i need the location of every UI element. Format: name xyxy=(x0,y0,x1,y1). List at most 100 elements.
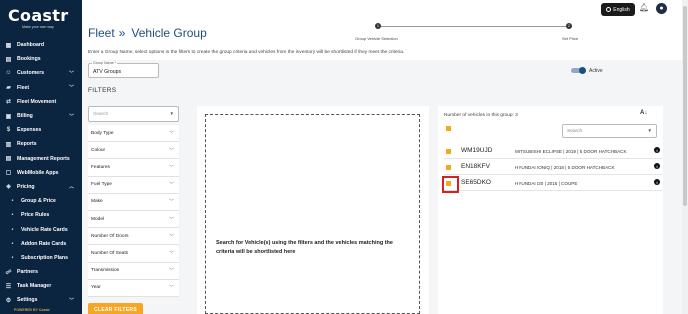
pricing-icon: ◈ xyxy=(6,184,11,191)
vehicle-reg: SE65DKO xyxy=(461,179,491,186)
active-toggle[interactable] xyxy=(571,67,586,74)
filter-year[interactable]: Year ﹀ xyxy=(88,280,179,297)
scrollbar-thumb[interactable] xyxy=(683,6,687,206)
sidebar-item-label: Dashboard xyxy=(17,42,45,49)
info-icon[interactable]: i xyxy=(654,179,660,185)
sidebar-item-reports[interactable]: ▥ Reports xyxy=(0,137,82,151)
sidebar-item-webmobile-apps[interactable]: ▢ WebMobile Apps xyxy=(0,166,82,180)
chevron-down-icon: ﹀ xyxy=(168,164,174,171)
sidebar-item-dashboard[interactable]: ▦ Dashboard xyxy=(0,38,82,52)
results-placeholder: Search for Vehicle(s) using the filters … xyxy=(205,114,420,314)
filter-colour[interactable]: Colour ﹀ xyxy=(88,142,179,160)
vehicle-reg: WM19UJD xyxy=(461,147,493,154)
filter-model[interactable]: Model ﹀ xyxy=(88,211,179,229)
filter-search-placeholder: Search xyxy=(93,112,109,117)
page-title-text: Vehicle Group xyxy=(131,26,207,40)
logo-tagline: Make your own way xyxy=(22,25,54,29)
vehicle-checkbox[interactable] xyxy=(446,149,451,154)
chevron-down-icon: ﹀ xyxy=(68,113,74,120)
group-name-field[interactable]: Group Name * ATV Groups xyxy=(88,61,159,78)
chevron-up-icon: ︿ xyxy=(68,184,74,191)
dashboard-icon: ▦ xyxy=(5,42,12,49)
sidebar-item-price-rules[interactable]: • Price Rules xyxy=(0,208,82,222)
sidebar-item-fleet[interactable]: ▰ Fleet ﹀ xyxy=(0,81,82,95)
sort-az-icon[interactable]: A↓ xyxy=(640,110,647,116)
customers-icon: ☺ xyxy=(5,70,12,77)
sidebar-item-subscription-plans[interactable]: • Subscription Plans xyxy=(0,251,82,265)
bookings-icon: ▤ xyxy=(5,56,12,63)
price-rules-icon: • xyxy=(11,212,14,219)
sidebar-item-partners[interactable]: ☍ Partners xyxy=(0,265,82,279)
expenses-icon: $ xyxy=(6,127,11,134)
info-icon[interactable]: i xyxy=(654,163,660,169)
vehicle-row[interactable]: SE65DKO HYUNDAI I20 | 2015 | COUPE i xyxy=(444,177,662,191)
filter-label: Year xyxy=(91,285,101,291)
filter-body-type[interactable]: Body Type ﹀ xyxy=(88,125,179,143)
group-price-icon: • xyxy=(11,198,14,205)
sidebar-item-vehicle-rate-cards[interactable]: • Vehicle Rate Cards xyxy=(0,222,82,236)
sidebar-item-addon-rate-cards[interactable]: • Addon Rate Cards xyxy=(0,237,82,251)
chevron-down-icon: ﹀ xyxy=(168,285,174,292)
step-1-label: Group Vehicle Selection xyxy=(355,36,398,41)
sidebar-item-task-manager[interactable]: ☰ Task Manager xyxy=(0,279,82,293)
filter-label: Make xyxy=(91,199,103,205)
filter-search-input[interactable]: Search ▼ xyxy=(88,106,179,122)
filter-label: Features xyxy=(91,164,110,170)
results-message: Search for Vehicle(s) using the filters … xyxy=(216,240,393,255)
step-1-indicator: 1 xyxy=(375,23,381,29)
group-vehicles-card: Number of vehicles in this group: 3 A↓ S… xyxy=(438,106,663,314)
coastr-logo[interactable]: Coastr xyxy=(8,8,82,24)
sidebar-item-pricing[interactable]: ◈ Pricing ︿ xyxy=(0,180,82,194)
sidebar-item-management-reports[interactable]: ▤ Management Reports xyxy=(0,152,82,166)
vehicle-row[interactable]: WM19UJD MITSUBISHI ECLIPSE | 2019 | 5 DOO… xyxy=(444,145,662,159)
page-instructions: Enter a Group Name, select options in th… xyxy=(88,50,405,55)
breadcrumb-separator: » xyxy=(118,26,126,40)
toggle-knob xyxy=(579,67,586,74)
select-all-checkbox[interactable] xyxy=(446,126,451,131)
vehicle-row[interactable]: EN18KFV HYUNDAI IONIQ | 2018 | 5 DOOR HAT… xyxy=(444,161,662,175)
page-header: Fleet» Vehicle Group Enter a Group Name, … xyxy=(82,0,688,60)
sidebar-item-label: Expenses xyxy=(17,127,42,134)
vehicle-description: MITSUBISHI ECLIPSE | 2019 | 5 DOOR HATCH… xyxy=(515,149,627,154)
task-manager-icon: ☰ xyxy=(5,283,12,290)
filter-make[interactable]: Make ﹀ xyxy=(88,194,179,211)
user-avatar-icon[interactable]: ● xyxy=(656,3,667,14)
sidebar-item-expenses[interactable]: $ Expenses xyxy=(0,123,82,137)
sidebar-nav: ▦ Dashboard ▤ Bookings ☺ Customers ﹀ ▰ Fleet ﹀ ⇄ Fl… xyxy=(0,38,82,308)
sidebar-item-billing[interactable]: ▣ Billing ﹀ xyxy=(0,109,82,123)
info-icon[interactable]: i xyxy=(654,147,660,153)
webmobile-apps-icon: ▢ xyxy=(5,170,12,177)
bell-icon[interactable]: 🔔︎ xyxy=(639,3,649,15)
filter-number-of-seats[interactable]: Number Of Seats ﹀ xyxy=(88,245,179,263)
vehicle-description: HYUNDAI I20 | 2015 | COUPE xyxy=(515,181,578,186)
chevron-down-icon: ﹀ xyxy=(168,233,174,240)
sidebar-item-bookings[interactable]: ▤ Bookings xyxy=(0,52,82,66)
group-name-value[interactable]: ATV Groups xyxy=(93,69,121,75)
clear-filters-button[interactable]: CLEAR FILTERS xyxy=(88,303,143,314)
filter-fuel-type[interactable]: Fuel Type ﹀ xyxy=(88,177,179,194)
sidebar-item-settings[interactable]: ⚙ Settings ﹀ xyxy=(0,293,82,307)
sidebar-item-label: Bookings xyxy=(17,56,41,63)
billing-icon: ▣ xyxy=(5,113,12,120)
filter-transmission[interactable]: Transmission ﹀ xyxy=(88,263,179,280)
sidebar-item-label: Fleet xyxy=(17,84,30,91)
sidebar-item-fleet-movement[interactable]: ⇄ Fleet Movement xyxy=(0,95,82,109)
vehicle-checkbox[interactable] xyxy=(446,165,451,170)
page-scrollbar[interactable] xyxy=(682,0,688,314)
vehicle-search-input[interactable]: Search ▼ xyxy=(562,124,657,138)
chevron-down-icon: ﹀ xyxy=(168,250,174,257)
language-label: English xyxy=(613,6,630,13)
sidebar-item-label: Partners xyxy=(17,269,39,276)
brand[interactable]: Coastr Make your own way xyxy=(0,0,82,36)
step-2-indicator: 2 xyxy=(566,23,572,29)
page-title: Fleet» Vehicle Group xyxy=(88,26,207,40)
chevron-down-icon: ﹀ xyxy=(168,147,174,154)
breadcrumb-fleet[interactable]: Fleet xyxy=(88,26,115,40)
group-name-label: Group Name * xyxy=(92,61,117,65)
sidebar-item-group-price[interactable]: • Group & Price xyxy=(0,194,82,208)
filter-features[interactable]: Features ﹀ xyxy=(88,159,179,177)
filter-number-of-doors[interactable]: Number Of Doors ﹀ xyxy=(88,228,179,246)
filter-panel: Search ▼ Body Type ﹀ Colour ﹀ Features ﹀ Fuel … xyxy=(88,106,179,297)
sidebar-item-customers[interactable]: ☺ Customers ﹀ xyxy=(0,66,82,80)
language-button[interactable]: English xyxy=(601,3,635,16)
